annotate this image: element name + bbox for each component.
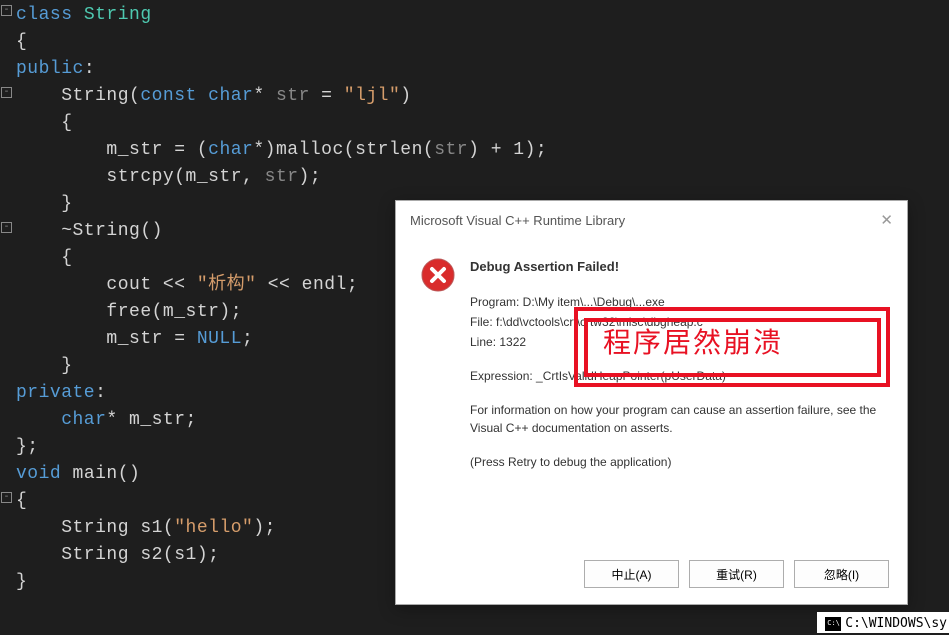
code-token: = (310, 86, 344, 106)
dialog-expression: Expression: _CrtIsValidHeapPointer(pUser… (470, 367, 883, 385)
code-token: { (16, 113, 73, 133)
taskbar-text: C:\WINDOWS\sy (845, 616, 947, 631)
code-token: : (95, 383, 106, 403)
fold-gutter: - - - - (0, 0, 14, 635)
dialog-info: For information on how your program can … (470, 401, 883, 437)
abort-button[interactable]: 中止(A) (584, 560, 679, 588)
code-token: free(m_str); (16, 302, 242, 322)
code-token: ) + 1); (468, 140, 547, 160)
ignore-button[interactable]: 忽略(I) (794, 560, 889, 588)
code-token: str (276, 86, 310, 106)
code-token: public (16, 59, 84, 79)
fold-marker[interactable]: - (1, 222, 12, 233)
code-token: char (208, 140, 253, 160)
code-token: void (16, 464, 61, 484)
code-token: class (16, 5, 73, 25)
annotation-text: 程序居然崩溃 (603, 321, 783, 361)
code-token: "hello" (174, 518, 253, 538)
error-icon (420, 257, 456, 293)
code-token: } (16, 194, 73, 214)
code-token: private (16, 383, 95, 403)
code-token: String( (16, 86, 140, 106)
dialog-titlebar: Microsoft Visual C++ Runtime Library ✕ (396, 201, 907, 239)
code-token: * (253, 86, 276, 106)
code-token: m_str = (16, 329, 197, 349)
code-token: char (16, 410, 106, 430)
code-token: { (16, 491, 27, 511)
code-token: { (16, 248, 73, 268)
dialog-body: Debug Assertion Failed! Program: D:\My i… (396, 239, 907, 487)
dialog-button-row: 中止(A) 重试(R) 忽略(I) (584, 560, 889, 588)
code-token: : (84, 59, 95, 79)
code-token: String s1( (16, 518, 174, 538)
code-token: main() (61, 464, 140, 484)
code-token: } (16, 572, 27, 592)
dialog-retry-hint: (Press Retry to debug the application) (470, 453, 883, 471)
dialog-program: Program: D:\My item\...\Debug\...exe (470, 293, 883, 311)
close-icon[interactable]: ✕ (880, 211, 893, 229)
code-token: { (16, 32, 27, 52)
code-token: }; (16, 437, 39, 457)
code-token: String (73, 5, 152, 25)
code-token: String s2(s1); (16, 545, 219, 565)
code-token: ~String() (16, 221, 163, 241)
code-token: char (197, 86, 254, 106)
code-token: m_str = ( (16, 140, 208, 160)
code-token: strcpy(m_str, (16, 167, 265, 187)
code-token: ); (253, 518, 276, 538)
runtime-error-dialog: Microsoft Visual C++ Runtime Library ✕ D… (395, 200, 908, 605)
code-token: cout << (16, 275, 197, 295)
taskbar-fragment[interactable]: C:\WINDOWS\sy (817, 612, 949, 633)
code-token: ; (242, 329, 253, 349)
fold-marker[interactable]: - (1, 87, 12, 98)
dialog-heading: Debug Assertion Failed! (470, 257, 883, 277)
code-token: str (434, 140, 468, 160)
fold-marker[interactable]: - (1, 492, 12, 503)
code-token: ); (299, 167, 322, 187)
code-token: *)malloc(strlen( (253, 140, 434, 160)
code-token: << endl; (256, 275, 358, 295)
code-token: NULL (197, 329, 242, 349)
retry-button[interactable]: 重试(R) (689, 560, 784, 588)
console-icon (825, 617, 841, 631)
code-token: * m_str; (106, 410, 196, 430)
code-token: "析构" (197, 275, 257, 295)
dialog-title-text: Microsoft Visual C++ Runtime Library (410, 213, 625, 228)
fold-marker[interactable]: - (1, 5, 12, 16)
code-token: "ljl" (344, 86, 401, 106)
code-token: str (265, 167, 299, 187)
code-token: const (140, 86, 197, 106)
code-token: ) (400, 86, 411, 106)
code-token: } (16, 356, 73, 376)
